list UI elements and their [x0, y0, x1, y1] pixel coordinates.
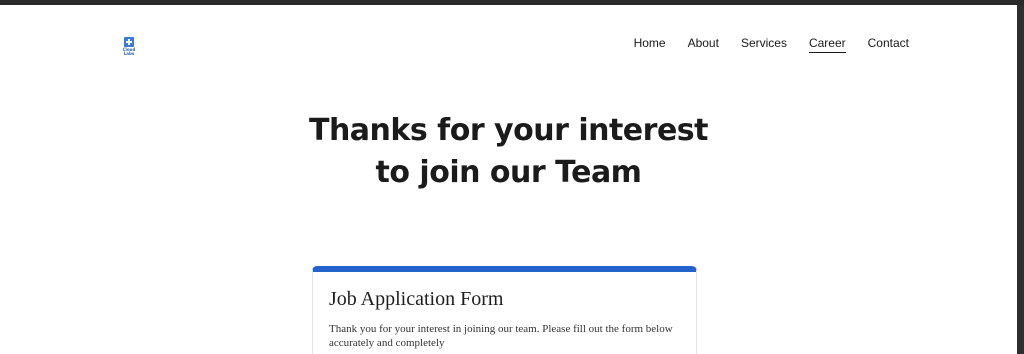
plus-square-logo-icon	[124, 37, 134, 47]
job-application-form-card: Job Application Form Thank you for your …	[312, 266, 697, 354]
logo-text: Cloud Labs	[122, 47, 136, 56]
site-logo[interactable]: Cloud Labs	[121, 37, 137, 59]
browser-frame: Cloud Labs Home About Services Career Co…	[0, 0, 1024, 354]
nav-item-services[interactable]: Services	[741, 36, 787, 53]
hero-heading-line-1: Thanks for your interest	[308, 113, 709, 148]
window-right-border	[1017, 5, 1024, 354]
nav-item-career[interactable]: Career	[808, 36, 846, 53]
nav-item-home[interactable]: Home	[634, 36, 666, 53]
nav-item-about[interactable]: About	[688, 36, 719, 53]
web-page: Cloud Labs Home About Services Career Co…	[0, 5, 1017, 354]
form-title: Job Application Form	[329, 288, 504, 310]
form-description: Thank you for your interest in joining o…	[329, 323, 673, 349]
main-nav: Home About Services Career Contact	[612, 36, 909, 53]
hero-heading: Thanks for your interest to join our Tea…	[0, 110, 1017, 194]
hero-heading-line-2: to join our Team	[375, 155, 642, 190]
nav-item-contact[interactable]: Contact	[868, 36, 909, 53]
